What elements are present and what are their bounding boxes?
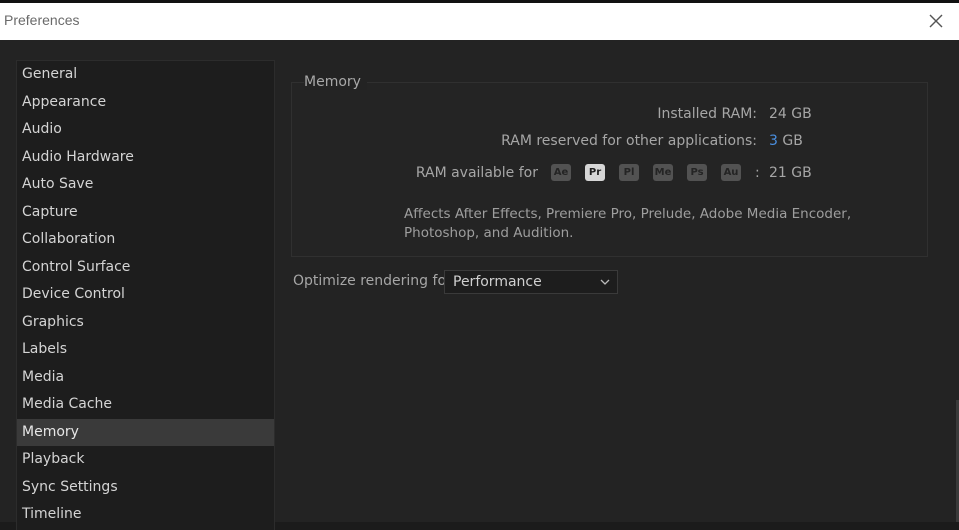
reserved-ram-field: 3 GB [769,133,803,149]
sidebar-item-auto-save[interactable]: Auto Save [17,171,274,199]
chevron-down-icon [600,279,610,285]
sidebar-item-memory[interactable]: Memory [17,418,274,446]
sidebar-item-collaboration[interactable]: Collaboration [17,226,274,254]
memory-note: Affects After Effects, Premiere Pro, Pre… [404,205,854,243]
reserved-ram-unit: GB [782,133,803,149]
ps-app-icon: Ps [687,164,707,181]
sidebar-item-capture[interactable]: Capture [17,199,274,227]
sidebar-item-sync-settings[interactable]: Sync Settings [17,474,274,502]
available-ram-value: 21 GB [769,165,812,181]
optimize-rendering-value: Performance [453,274,542,290]
memory-group-title: Memory [304,74,367,90]
me-app-icon: Me [653,164,673,181]
available-ram-separator: : [755,165,760,181]
preferences-sidebar: General Appearance Audio Audio Hardware … [16,60,275,530]
dialog-body: General Appearance Audio Audio Hardware … [0,40,959,530]
sidebar-item-labels[interactable]: Labels [17,336,274,364]
sidebar-item-control-surface[interactable]: Control Surface [17,254,274,282]
available-ram-label: RAM available for [415,165,538,181]
memory-group: Memory Installed RAM: 24 GB RAM reserved… [291,74,928,257]
sidebar-item-appearance[interactable]: Appearance [17,89,274,117]
preferences-content: Memory Installed RAM: 24 GB RAM reserved… [291,40,941,522]
memory-note-line-2: Photoshop, and Audition. [404,225,574,241]
optimize-rendering-dropdown[interactable]: Performance [444,270,618,294]
window-title: Preferences [4,12,80,28]
optimize-rendering-label: Optimize rendering for: [293,273,457,289]
sidebar-item-media-cache[interactable]: Media Cache [17,391,274,419]
close-button[interactable] [924,9,948,33]
installed-ram-value: 24 GB [769,106,812,122]
sidebar-item-graphics[interactable]: Graphics [17,309,274,337]
close-icon [929,14,943,28]
pl-app-icon: Pl [619,164,639,181]
sidebar-item-audio[interactable]: Audio [17,116,274,144]
ae-app-icon: Ae [551,164,571,181]
sidebar-item-general[interactable]: General [17,61,274,89]
reserved-ram-input[interactable]: 3 [769,133,778,149]
sidebar-item-playback[interactable]: Playback [17,446,274,474]
title-bar: Preferences [0,3,959,40]
sidebar-item-timeline[interactable]: Timeline [17,501,274,529]
sidebar-item-media[interactable]: Media [17,364,274,392]
pr-app-icon: Pr [585,164,605,181]
sidebar-item-audio-hardware[interactable]: Audio Hardware [17,144,274,172]
memory-note-line-1: Affects After Effects, Premiere Pro, Pre… [404,206,852,222]
installed-ram-label: Installed RAM: [657,106,757,122]
au-app-icon: Au [721,164,741,181]
reserved-ram-label: RAM reserved for other applications: [501,133,757,149]
sidebar-item-device-control[interactable]: Device Control [17,281,274,309]
